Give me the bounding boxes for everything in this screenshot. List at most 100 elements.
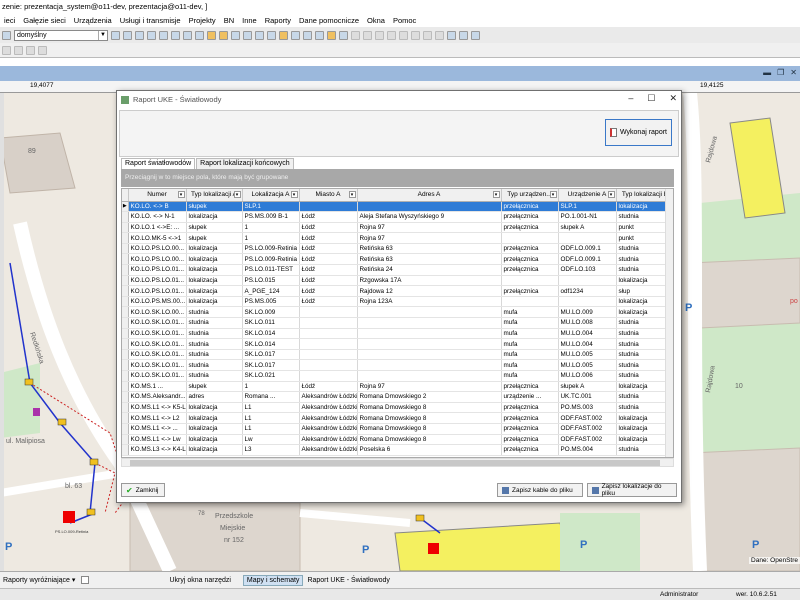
table-cell[interactable]: studnia (186, 370, 243, 382)
table-row[interactable]: KO.MS.L1 <-> ... lokalizacja L1 Aleksandrów… (122, 423, 673, 435)
table-cell[interactable]: Poselska 6 (357, 444, 502, 456)
table-cell[interactable] (357, 317, 502, 329)
join-icon[interactable] (411, 30, 420, 40)
table-cell[interactable]: przełącznica (501, 285, 559, 297)
menu-item-pomoc[interactable]: Pomoc (389, 16, 420, 25)
refresh-icon[interactable] (315, 30, 324, 40)
split-icon[interactable] (399, 30, 408, 40)
table-cell[interactable]: KO.LO.SK.LO.01... (128, 317, 187, 329)
hide-tools-button[interactable]: Ukryj okna narzędzi (169, 577, 230, 584)
table-row[interactable]: KO.MS.L3 <-> K4-L lokalizacja L3 Aleksandró… (122, 444, 673, 456)
table-cell[interactable]: adres (186, 391, 243, 403)
filter-icon[interactable]: ▾ (348, 191, 356, 198)
table-cell[interactable]: SK.LO.014 (242, 328, 300, 340)
edit-icon[interactable] (351, 30, 360, 40)
close-icon[interactable]: ✕ (790, 68, 797, 77)
table-cell[interactable]: studnia (186, 359, 243, 371)
table-cell[interactable]: L1 (242, 423, 300, 435)
pan-icon[interactable] (219, 30, 228, 40)
table-cell[interactable]: KO.LO.PS.LO.00... (128, 243, 187, 255)
tab-end-locations[interactable]: Raport lokalizacji końcowych (196, 158, 294, 169)
table-cell[interactable] (357, 306, 502, 319)
table-cell[interactable]: studnia (186, 328, 243, 340)
chevron-down-icon[interactable]: ▼ (98, 30, 107, 40)
table-cell[interactable] (558, 275, 617, 287)
table-cell[interactable]: słupek (186, 222, 243, 234)
table-cell[interactable]: mufa (501, 306, 559, 319)
table-cell[interactable] (299, 201, 358, 213)
rotate-icon[interactable] (423, 30, 432, 40)
table-row[interactable]: KO.LO.SK.LO.01... studnia SK.LO.021 mufa MU.… (122, 370, 673, 382)
table-row[interactable]: KO.MS.L1 <-> Lw lokalizacja Lw Aleksandrów … (122, 434, 673, 446)
table-cell[interactable]: SK.LO.017 (242, 349, 300, 361)
draw-line-icon[interactable] (14, 45, 23, 55)
table-cell[interactable]: 1 (242, 232, 300, 244)
table-cell[interactable]: KO.LO.PS.LO.01... (128, 264, 187, 276)
table-cell[interactable]: Łódź (299, 264, 358, 276)
table-cell[interactable]: przełącznica (501, 264, 559, 276)
menu-item-raporty[interactable]: Raporty (261, 16, 295, 25)
table-cell[interactable]: Rojna 97 (357, 232, 502, 244)
table-cell[interactable]: PS.LO.009-Retinia (242, 253, 300, 266)
menu-item-urzadzenia[interactable]: Urządzenia (70, 16, 116, 25)
table-cell[interactable] (299, 306, 358, 319)
route-icon[interactable] (327, 30, 336, 40)
table-cell[interactable]: 1 (242, 381, 300, 393)
table-cell[interactable]: lokalizacja (186, 412, 243, 424)
table-cell[interactable]: KO.LO. <-> N-1 (128, 211, 187, 223)
extent-icon[interactable] (303, 30, 312, 40)
table-cell[interactable]: KO.LO.1 <->E: ... (128, 222, 187, 234)
menu-item-sieci[interactable]: ieci (0, 16, 19, 25)
table-cell[interactable]: studnia (186, 338, 243, 350)
table-cell[interactable]: KO.MS.L1 <-> Lw (128, 434, 187, 446)
table-cell[interactable]: urządzenie ... (501, 391, 559, 403)
table-cell[interactable]: SLP.1 (242, 201, 300, 213)
table-cell[interactable]: KO.MS.L1 <-> ... (128, 423, 187, 435)
table-row[interactable]: KO.LO.SK.LO.01... studnia SK.LO.014 mufa MU.… (122, 338, 673, 350)
table-cell[interactable]: Romana Dmowskiego 2 (357, 391, 502, 403)
select-icon[interactable] (207, 30, 216, 40)
table-cell[interactable]: Romana Dmowskiego 8 (357, 423, 502, 435)
column-header[interactable]: Miasto A ▾ (299, 189, 358, 202)
table-cell[interactable]: Romana Dmowskiego 8 (357, 412, 502, 424)
group-by-area[interactable]: Przeciągnij w to miejsce pola, które maj… (121, 169, 674, 187)
measure-icon[interactable] (243, 30, 252, 40)
draw-point-icon[interactable] (2, 45, 11, 55)
table-row[interactable]: KO.LO.SK.LO.01... studnia SK.LO.011 mufa MU.… (122, 317, 673, 329)
filter-icon[interactable]: ▾ (290, 191, 298, 198)
table-cell[interactable]: Łódź (299, 211, 358, 223)
table-cell[interactable]: PS.LO.015 (242, 275, 300, 287)
table-row[interactable]: KO.LO.PS.LO.01... lokalizacja A_PGE_124 Łód… (122, 285, 673, 297)
table-cell[interactable]: Łódź (299, 285, 358, 297)
table-cell[interactable]: mufa (501, 328, 559, 340)
table-row[interactable]: KO.LO.SK.LO.01... studnia SK.LO.017 mufa MU.… (122, 359, 673, 371)
table-icon[interactable] (147, 30, 156, 40)
table-cell[interactable]: Retińska 63 (357, 253, 502, 266)
table-row[interactable]: KO.LO.SK.LO.01... studnia SK.LO.017 mufa MU.… (122, 349, 673, 361)
table-row[interactable]: KO.LO.PS.MS.00... lokalizacja PS.MS.005 Łód… (122, 296, 673, 308)
table-cell[interactable]: ODF.FAST.002 (558, 412, 617, 424)
close-icon[interactable]: ✕ (669, 93, 677, 104)
table-cell[interactable]: mufa (501, 349, 559, 361)
table-cell[interactable]: PS.MS.009 B-1 (242, 211, 300, 223)
table-cell[interactable]: KO.LO.MK-5 <->1 (128, 232, 187, 244)
table-cell[interactable]: lokalizacja (186, 253, 243, 266)
table-cell[interactable]: UK.TC.001 (558, 391, 617, 403)
table-cell[interactable]: Aleksandrów Łódzki (299, 434, 358, 446)
table-row[interactable]: KO.LO.PS.LO.00... lokalizacja PS.LO.009-Re… (122, 253, 673, 266)
table-cell[interactable]: przełącznica (501, 381, 559, 393)
run-report-button[interactable]: Wykonaj raport (605, 119, 672, 146)
table-cell[interactable]: KO.LO. <-> B (128, 201, 187, 213)
table-cell[interactable]: przełącznica (501, 423, 559, 435)
vertical-scrollbar[interactable] (665, 189, 673, 457)
table-cell[interactable]: Łódź (299, 222, 358, 234)
table-cell[interactable]: lokalizacja (186, 275, 243, 287)
table-cell[interactable] (299, 317, 358, 329)
table-row[interactable]: ▶ KO.LO. <-> Bsłupek SLP.1 przełącznica SLP.… (122, 201, 673, 213)
table-cell[interactable]: mufa (501, 317, 559, 329)
horizontal-scrollbar[interactable] (121, 458, 674, 467)
table-cell[interactable]: ODF.LO.009.1 (558, 253, 617, 266)
table-row[interactable]: KO.LO.PS.LO.00... lokalizacja PS.LO.009-Re… (122, 243, 673, 255)
profile-select[interactable]: domyślny ▼ (14, 29, 108, 41)
column-header[interactable]: Typ lokalizacji A ▾ (186, 189, 243, 202)
